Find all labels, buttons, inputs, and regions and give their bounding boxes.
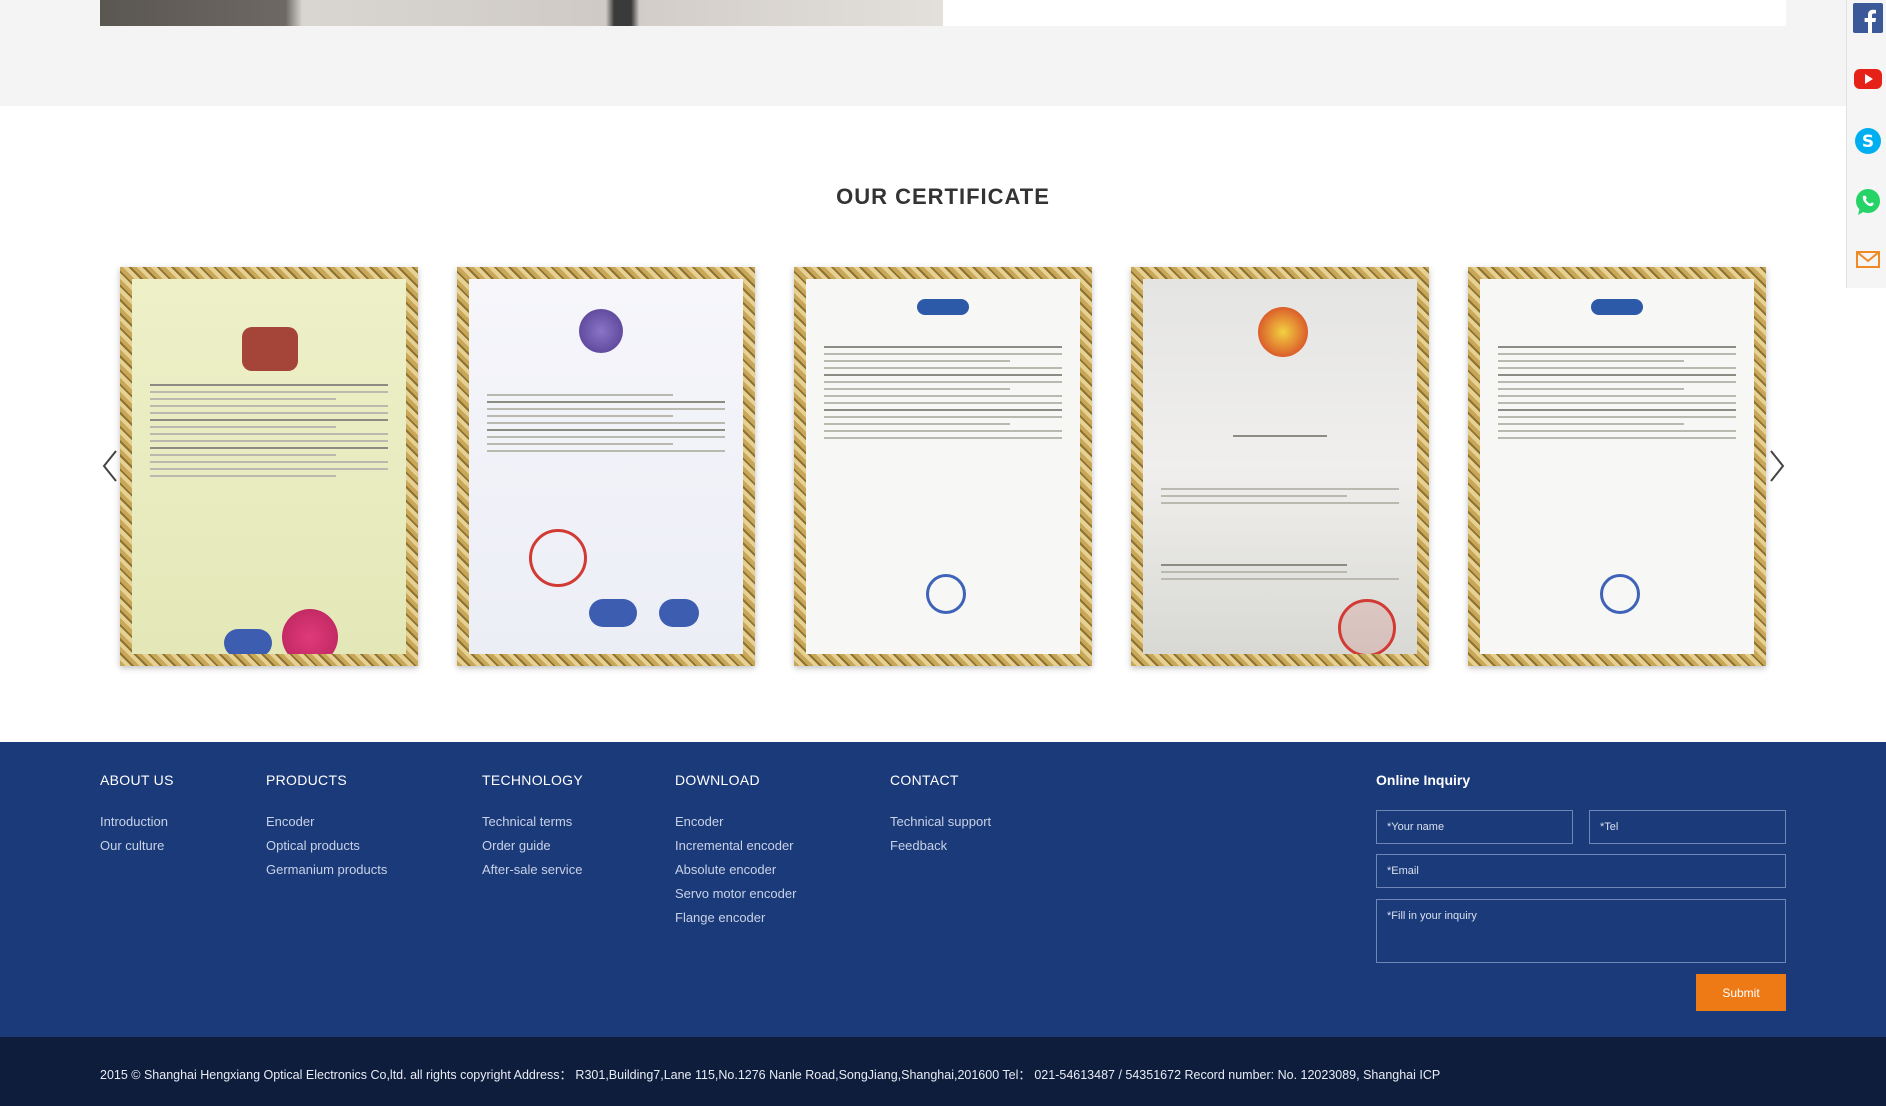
certificate-image xyxy=(1480,279,1754,654)
skype-icon: S xyxy=(1855,128,1881,154)
pink-seal-icon xyxy=(282,609,338,654)
social-sidebar: S xyxy=(1846,0,1886,288)
svg-text:S: S xyxy=(1862,132,1874,152)
banner-photo-strip xyxy=(100,0,943,26)
youtube-icon xyxy=(1854,69,1882,89)
chevron-right-icon xyxy=(1770,450,1785,482)
footer-link[interactable]: Our culture xyxy=(100,834,174,858)
top-band xyxy=(0,0,1886,106)
certificate-card-trademark[interactable] xyxy=(1131,267,1429,666)
whatsapp-button[interactable] xyxy=(1853,187,1883,217)
certificate-image xyxy=(469,279,743,654)
footer-link[interactable]: Introduction xyxy=(100,810,174,834)
atc-seal-icon xyxy=(1600,574,1640,614)
facebook-button[interactable] xyxy=(1853,3,1883,33)
facebook-icon xyxy=(1853,3,1883,33)
footer-heading: PRODUCTS xyxy=(266,772,347,788)
red-stamp-icon xyxy=(1338,599,1396,654)
certificate-image xyxy=(132,279,406,654)
carousel-next-button[interactable] xyxy=(1765,448,1789,484)
crest-icon xyxy=(242,327,298,371)
email-button[interactable] xyxy=(1853,244,1883,274)
footer-link[interactable]: Order guide xyxy=(482,834,583,858)
globe-seal-icon xyxy=(579,309,623,353)
footer-column-technology: TECHNOLOGY Technical terms Order guide A… xyxy=(482,772,583,882)
certificate-card-quality-system[interactable] xyxy=(457,267,755,666)
copyright-text: 2015 © Shanghai Hengxiang Optical Electr… xyxy=(100,1068,1441,1082)
footer-column-contact: CONTACT Technical support Feedback xyxy=(890,772,991,858)
certificate-image xyxy=(806,279,1080,654)
whatsapp-icon xyxy=(1856,189,1880,215)
chevron-left-icon xyxy=(102,450,117,482)
iaf-seal-icon xyxy=(224,629,272,654)
footer-link[interactable]: Technical support xyxy=(890,810,991,834)
submit-button[interactable]: Submit xyxy=(1696,974,1786,1011)
footer-link[interactable]: Incremental encoder xyxy=(675,834,796,858)
red-stamp-icon xyxy=(529,529,587,587)
footer-link[interactable]: Flange encoder xyxy=(675,906,796,930)
carousel-prev-button[interactable] xyxy=(98,448,122,484)
national-emblem-icon xyxy=(1258,307,1308,357)
footer-heading: DOWNLOAD xyxy=(675,772,760,788)
footer-link[interactable]: Germanium products xyxy=(266,858,387,882)
certificate-card-atc-ce-1[interactable] xyxy=(794,267,1092,666)
email-input[interactable]: *Email xyxy=(1376,854,1786,888)
footer-column-products: PRODUCTS Encoder Optical products German… xyxy=(266,772,387,882)
footer-link[interactable]: Feedback xyxy=(890,834,991,858)
footer-heading: CONTACT xyxy=(890,772,959,788)
footer-link[interactable]: Absolute encoder xyxy=(675,858,796,882)
inquiry-textarea[interactable]: *Fill in your inquiry xyxy=(1376,899,1786,963)
youtube-button[interactable] xyxy=(1853,64,1883,94)
online-inquiry-title: Online Inquiry xyxy=(1376,772,1471,788)
certificate-image xyxy=(1143,279,1417,654)
banner-text-strip xyxy=(943,0,1786,26)
footer-heading: TECHNOLOGY xyxy=(482,772,584,788)
tel-input[interactable]: *Tel xyxy=(1589,810,1786,844)
footer-link[interactable]: Technical terms xyxy=(482,810,583,834)
atc-logo-icon xyxy=(917,299,969,315)
name-input[interactable]: *Your name xyxy=(1376,810,1573,844)
skype-button[interactable]: S xyxy=(1853,126,1883,156)
footer-link[interactable]: Encoder xyxy=(266,810,387,834)
copyright-bar: 2015 © Shanghai Hengxiang Optical Electr… xyxy=(0,1037,1886,1106)
certificate-script-heading xyxy=(132,279,406,299)
footer-heading: ABOUT US xyxy=(100,772,174,788)
atc-seal-icon xyxy=(926,574,966,614)
iaf-seal-icon xyxy=(589,599,637,627)
footer-link[interactable]: Optical products xyxy=(266,834,387,858)
footer-link[interactable]: After-sale service xyxy=(482,858,583,882)
footer-column-download: DOWNLOAD Encoder Incremental encoder Abs… xyxy=(675,772,796,930)
certificate-card-atc-ce-2[interactable] xyxy=(1468,267,1766,666)
footer-column-about: ABOUT US Introduction Our culture xyxy=(100,772,174,858)
email-icon xyxy=(1856,251,1880,268)
site-footer: ABOUT US Introduction Our culture PRODUC… xyxy=(0,742,1886,1037)
cnas-seal-icon xyxy=(659,599,699,627)
footer-link[interactable]: Encoder xyxy=(675,810,796,834)
certificate-card-registration[interactable] xyxy=(120,267,418,666)
certificate-section-title: OUR CERTIFICATE xyxy=(836,184,1050,209)
footer-link[interactable]: Servo motor encoder xyxy=(675,882,796,906)
atc-logo-icon xyxy=(1591,299,1643,315)
